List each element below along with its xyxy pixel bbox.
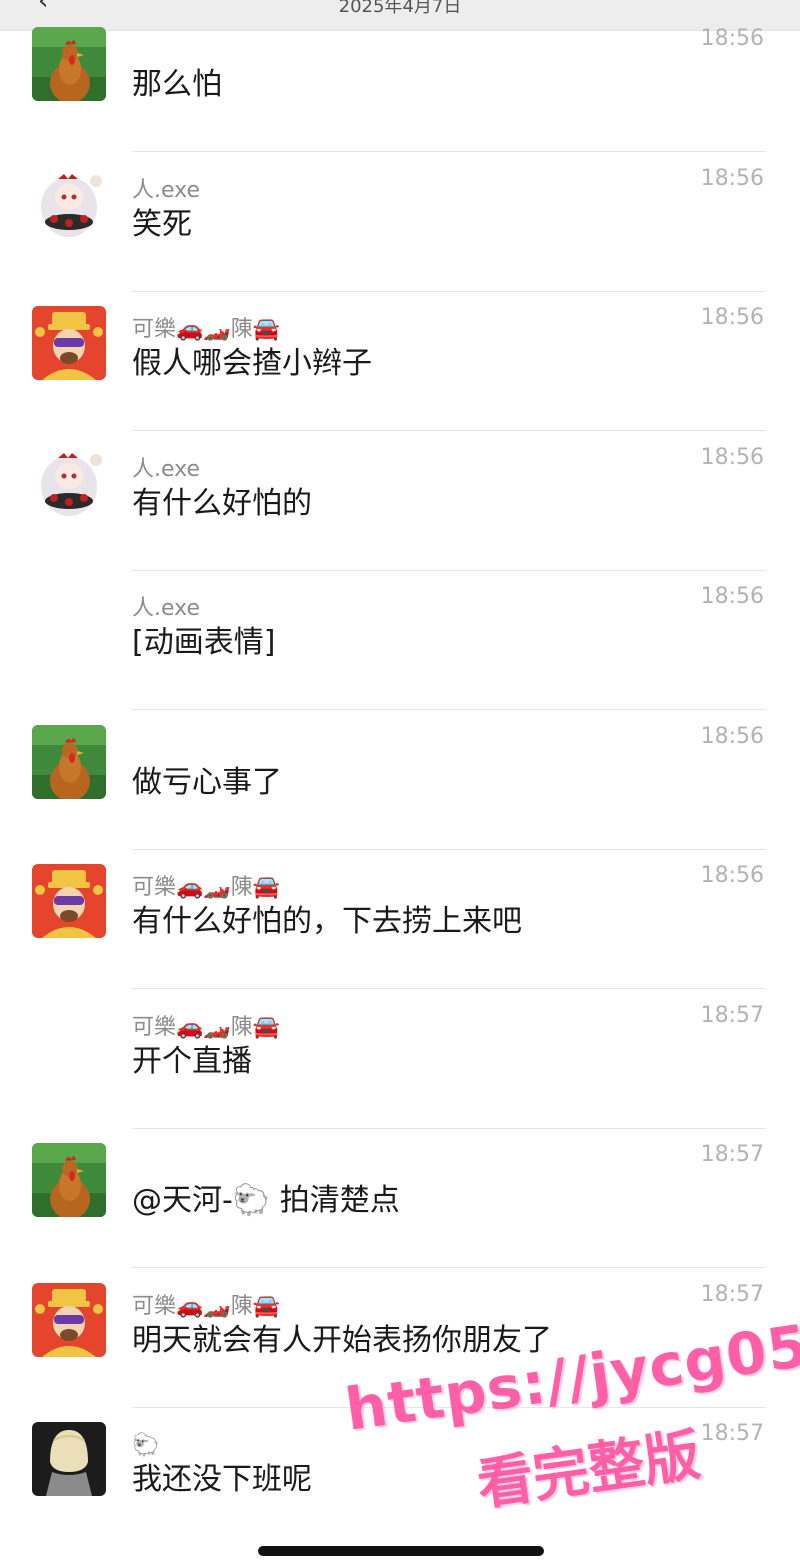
message-text[interactable]: 有什么好怕的，下去捞上来吧 (132, 902, 522, 942)
message-row[interactable]: 可樂🚗🏎️陳🚘 18:56 有什么好怕的，下去捞上来吧 (0, 850, 800, 989)
message-text[interactable]: 做亏心事了 (132, 763, 282, 803)
message-text[interactable]: 笑死 (132, 205, 192, 245)
home-indicator[interactable] (258, 1546, 544, 1556)
message-time: 18:56 (700, 863, 764, 888)
message-row[interactable]: 可樂🚗🏎️陳🚘 18:56 假人哪会揸小辫子 (0, 292, 800, 431)
rooster-avatar[interactable] (32, 724, 106, 799)
cartoon-man-avatar[interactable] (32, 864, 106, 938)
message-time: 18:56 (700, 723, 764, 749)
cartoon-man-avatar[interactable] (32, 306, 106, 380)
message-row[interactable]: 18:56 那么怕 (0, 13, 800, 152)
anime-girl-avatar[interactable] (32, 166, 106, 241)
message-text[interactable]: @天河-🐑 拍清楚点 (132, 1181, 400, 1221)
blonde-person-avatar[interactable] (32, 1422, 106, 1496)
sender-name: 人.exe (132, 456, 201, 482)
message-text[interactable]: [动画表情] (132, 623, 275, 663)
message-row[interactable]: 18:56 做亏心事了 (0, 711, 800, 850)
message-time: 18:57 (700, 1281, 764, 1307)
message-text[interactable]: 有什么好怕的 (132, 484, 312, 524)
sender-name: 人.exe (132, 177, 201, 203)
message-row[interactable]: 可樂🚗🏎️陳🚘 18:57 开个直播 (0, 990, 800, 1129)
message-row[interactable]: 🐑 18:57 我还没下班呢 (0, 1408, 800, 1547)
sender-name: 可樂🚗🏎️陳🚘 (132, 1293, 281, 1319)
message-time: 18:56 (700, 26, 764, 51)
message-row[interactable]: 人.exe 18:56 有什么好怕的 (0, 432, 800, 571)
message-row[interactable]: 人.exe 18:56 [动画表情] (0, 571, 800, 710)
message-time: 18:57 (700, 1002, 764, 1028)
message-time: 18:57 (700, 1421, 764, 1446)
message-time: 18:56 (700, 444, 764, 470)
message-text[interactable]: 开个直播 (132, 1042, 252, 1082)
message-row[interactable]: 18:57 @天河-🐑 拍清楚点 (0, 1129, 800, 1268)
message-text[interactable]: 那么怕 (132, 65, 222, 105)
rooster-avatar[interactable] (32, 27, 106, 101)
sender-name: 可樂🚗🏎️陳🚘 (132, 1014, 281, 1040)
cartoon-man-avatar[interactable] (32, 1282, 106, 1357)
message-time: 18:56 (700, 305, 764, 330)
message-time: 18:56 (700, 165, 764, 191)
anime-girl-avatar[interactable] (32, 445, 106, 520)
rooster-avatar[interactable] (32, 1143, 106, 1217)
message-text[interactable]: 我还没下班呢 (132, 1460, 312, 1500)
message-text[interactable]: 假人哪会揸小辫子 (132, 344, 372, 384)
sender-name: 可樂🚗🏎️陳🚘 (132, 317, 281, 342)
sender-name: 🐑 (132, 1433, 160, 1458)
message-row[interactable]: 可樂🚗🏎️陳🚘 18:57 明天就会有人开始表扬你朋友了 (0, 1269, 800, 1408)
message-text[interactable]: 明天就会有人开始表扬你朋友了 (132, 1321, 552, 1361)
message-time: 18:56 (700, 584, 764, 609)
message-time: 18:57 (700, 1142, 764, 1167)
sender-name: 可樂🚗🏎️陳🚘 (132, 875, 281, 900)
sender-name: 人.exe (132, 596, 201, 621)
message-row[interactable]: 人.exe 18:56 笑死 (0, 153, 800, 292)
